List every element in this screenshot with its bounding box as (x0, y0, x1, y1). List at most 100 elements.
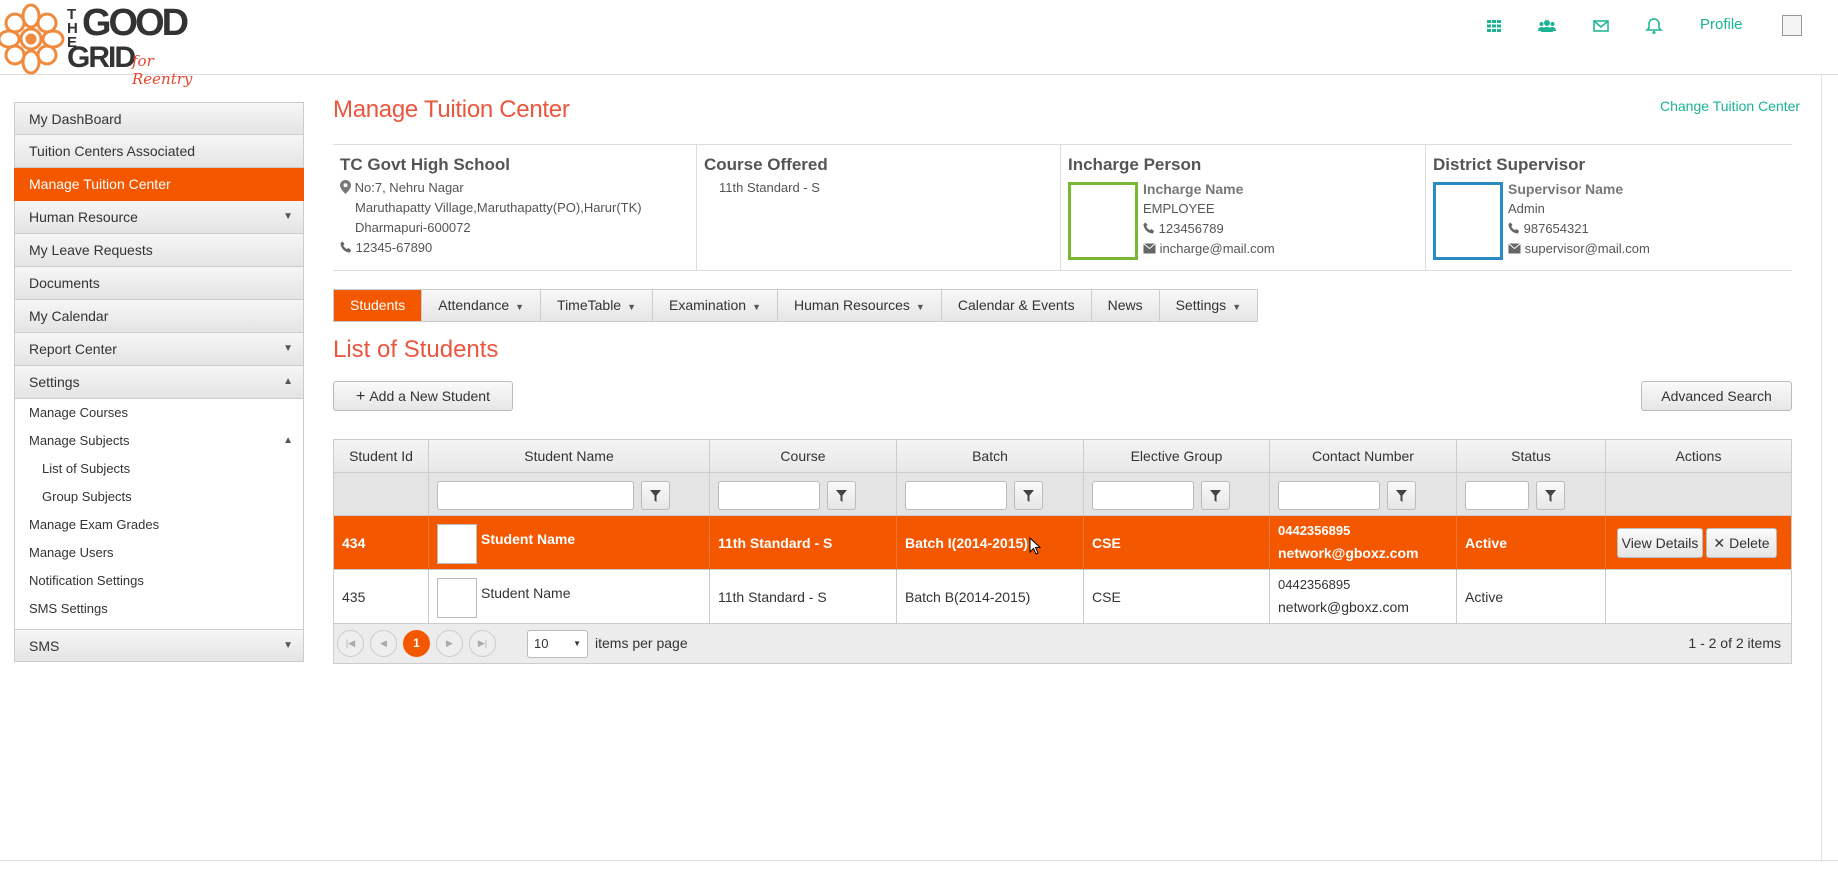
caret-down-icon: ▼ (515, 302, 525, 312)
first-page-icon[interactable]: |◀ (337, 630, 364, 657)
view-details-button[interactable]: View Details (1617, 528, 1703, 558)
filter-input-contact[interactable] (1278, 481, 1380, 510)
submenu-item-manage-subjects[interactable]: Manage Subjects ▲ (15, 430, 303, 458)
sidebar-item-label: Manage Tuition Center (29, 176, 171, 192)
school-name: TC Govt High School (340, 155, 510, 174)
last-page-icon[interactable]: ▶| (469, 630, 496, 657)
incharge-email: incharge@mail.com (1143, 239, 1275, 259)
change-tuition-center-link[interactable]: Change Tuition Center (1660, 98, 1800, 114)
sidebar-item-tuition-centers-associated[interactable]: Tuition Centers Associated (14, 135, 304, 168)
column-header-elective-group[interactable]: Elective Group (1084, 440, 1270, 473)
submenu-item-group-subjects[interactable]: Group Subjects (15, 486, 303, 514)
incharge-name: Incharge Name (1143, 181, 1244, 197)
caret-down-icon: ▼ (627, 302, 637, 312)
column-header-student-name[interactable]: Student Name (429, 440, 710, 473)
sidebar-item-label: My Leave Requests (29, 242, 153, 258)
tab-examination[interactable]: Examination ▼ (653, 290, 778, 321)
users-icon[interactable] (1537, 16, 1557, 36)
footer-divider (0, 860, 1838, 861)
sidebar-item-human-resource[interactable]: Human Resource ▼ (14, 201, 304, 234)
column-header-contact-number[interactable]: Contact Number (1270, 440, 1457, 473)
chevron-down-icon: ▼ (283, 343, 293, 354)
list-title: List of Students (333, 336, 499, 363)
filter-input-name[interactable] (437, 481, 634, 510)
advanced-search-button[interactable]: Advanced Search (1641, 381, 1792, 411)
logo-text-good: GOOD (82, 2, 189, 44)
logo-text-reentry: for Reentry (132, 52, 193, 88)
flower-logo-icon (0, 3, 65, 75)
column-header-batch[interactable]: Batch (897, 440, 1084, 473)
vertical-scrollbar[interactable] (1821, 75, 1838, 862)
phone-text: 987654321 (1523, 221, 1589, 236)
table-row[interactable]: 435 Student Name 11th Standard - S Batch… (334, 570, 1791, 624)
button-label: Delete (1729, 535, 1770, 551)
sidebar: My DashBoard Tuition Centers Associated … (14, 102, 304, 662)
email-text: supervisor@mail.com (1524, 241, 1650, 256)
filter-funnel-icon[interactable] (1014, 481, 1043, 510)
submenu-item-sms-settings[interactable]: SMS Settings (15, 598, 303, 626)
tab-timetable[interactable]: TimeTable ▼ (541, 290, 654, 321)
page-size-select[interactable]: 10 ▼ (527, 630, 588, 658)
filter-input-elective-group[interactable] (1092, 481, 1194, 510)
prev-page-icon[interactable]: ◀ (370, 630, 397, 657)
address-line-2: Maruthapatty Village,Maruthapatty(PO),Ha… (355, 200, 642, 215)
chevron-down-icon: ▼ (283, 640, 293, 651)
tab-news[interactable]: News (1091, 290, 1160, 321)
delete-button[interactable]: ✕ Delete (1706, 528, 1777, 558)
sidebar-item-leave-requests[interactable]: My Leave Requests (14, 234, 304, 267)
caret-down-icon: ▼ (752, 302, 761, 312)
next-page-icon[interactable]: ▶ (436, 630, 463, 657)
column-header-student-id[interactable]: Student Id (334, 440, 429, 473)
sidebar-item-label: Documents (29, 275, 100, 291)
supervisor-email: supervisor@mail.com (1508, 239, 1650, 259)
tab-attendance[interactable]: Attendance ▼ (422, 290, 542, 321)
logo[interactable]: THE GOOD GRID for Reentry (0, 2, 215, 88)
submenu-label: Manage Courses (29, 405, 128, 420)
tab-bar: Students Attendance ▼ TimeTable ▼ Examinat… (333, 289, 1259, 322)
current-page-button[interactable]: 1 (403, 630, 430, 657)
sidebar-item-documents[interactable]: Documents (14, 267, 304, 300)
filter-funnel-icon[interactable] (827, 481, 856, 510)
tab-calendar-events[interactable]: Calendar & Events (941, 290, 1092, 321)
submenu-item-list-of-subjects[interactable]: List of Subjects (15, 458, 303, 486)
tab-human-resources[interactable]: Human Resources ▼ (777, 290, 942, 321)
tab-label: Settings (1175, 297, 1227, 313)
table-row[interactable]: 434 Student Name 11th Standard - S Batch… (334, 516, 1791, 570)
sidebar-item-calendar[interactable]: My Calendar (14, 300, 304, 333)
filter-funnel-icon[interactable] (641, 481, 670, 510)
submenu-item-manage-exam-grades[interactable]: Manage Exam Grades (15, 514, 303, 542)
column-header-course[interactable]: Course (710, 440, 897, 473)
filter-funnel-icon[interactable] (1387, 481, 1416, 510)
tab-settings[interactable]: Settings ▼ (1159, 290, 1258, 321)
column-header-status[interactable]: Status (1457, 440, 1606, 473)
course-value: 11th Standard - S (719, 180, 820, 195)
filter-funnel-icon[interactable] (1536, 481, 1565, 510)
sidebar-item-label: SMS (29, 638, 60, 654)
phone-icon (340, 241, 351, 253)
supervisor-photo (1433, 182, 1503, 260)
filter-input-status[interactable] (1465, 481, 1529, 510)
submenu-label: Notification Settings (29, 573, 144, 588)
sidebar-item-report-center[interactable]: Report Center ▼ (14, 333, 304, 366)
cell-batch: Batch B(2014-2015) (897, 570, 1084, 624)
envelope-icon[interactable] (1591, 16, 1611, 36)
filter-funnel-icon[interactable] (1201, 481, 1230, 510)
sidebar-item-settings[interactable]: Settings ▲ (14, 366, 304, 399)
add-student-button[interactable]: + Add a New Student (333, 381, 513, 411)
filter-input-course[interactable] (718, 481, 820, 510)
sidebar-item-sms[interactable]: SMS ▼ (14, 629, 304, 662)
submenu-item-manage-users[interactable]: Manage Users (15, 542, 303, 570)
sidebar-item-manage-tuition-center[interactable]: Manage Tuition Center (14, 168, 304, 201)
sidebar-item-label: Human Resource (29, 209, 138, 225)
apps-grid-icon[interactable] (1484, 16, 1504, 36)
sidebar-item-dashboard[interactable]: My DashBoard (14, 102, 304, 135)
bell-icon[interactable] (1644, 16, 1664, 36)
submenu-item-notification-settings[interactable]: Notification Settings (15, 570, 303, 598)
school-phone: 12345-67890 (340, 238, 689, 258)
filter-cell-empty (1606, 473, 1791, 516)
filter-input-batch[interactable] (905, 481, 1007, 510)
submenu-item-manage-courses[interactable]: Manage Courses (15, 402, 303, 430)
profile-link[interactable]: Profile (1700, 16, 1743, 33)
tab-students[interactable]: Students (334, 290, 423, 321)
avatar[interactable] (1782, 15, 1802, 36)
